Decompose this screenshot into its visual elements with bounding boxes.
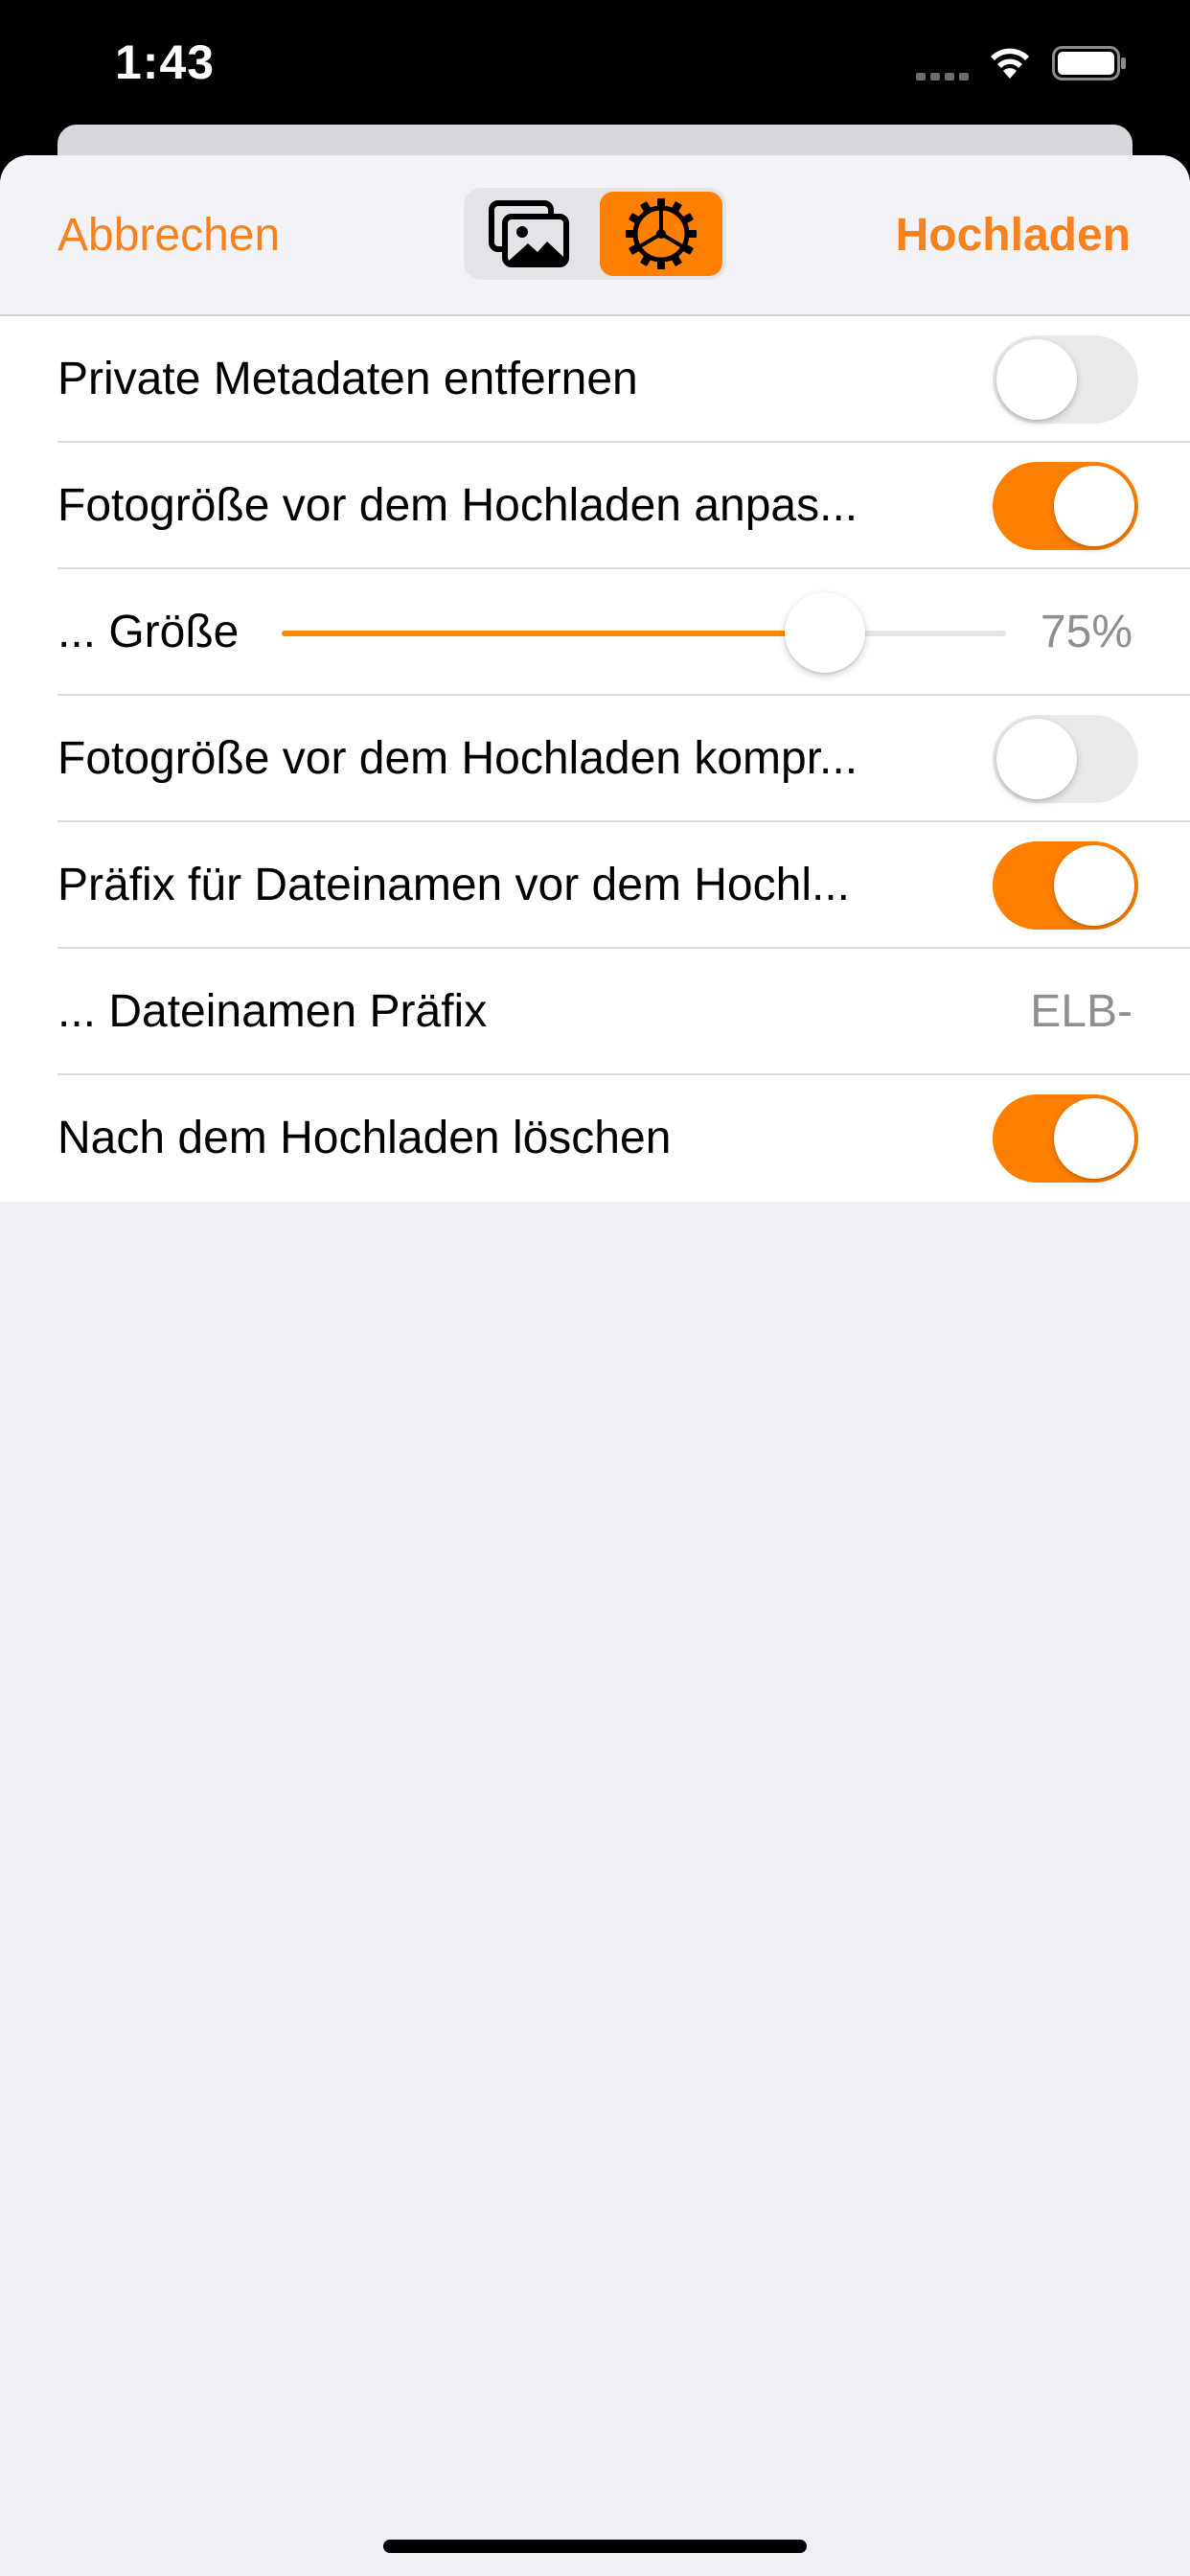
size-value: 75% xyxy=(1040,607,1133,657)
size-slider[interactable] xyxy=(282,592,1006,673)
settings-row-label: Präfix für Dateinamen vor dem Hochl... xyxy=(57,860,850,910)
settings-row-prefix-value[interactable]: ... Dateinamen Präfix ELB- xyxy=(0,949,1190,1075)
upload-settings-sheet: Abbrechen Hochladen Private Metadaten en… xyxy=(0,155,1190,2576)
status-bar: 1:43 xyxy=(0,0,1190,144)
settings-row-label: ... Dateinamen Präfix xyxy=(57,986,488,1037)
settings-row-remove-metadata: Private Metadaten entfernen xyxy=(0,316,1190,443)
delete-after-upload-toggle[interactable] xyxy=(993,1094,1138,1183)
settings-row-label: Fotogröße vor dem Hochladen kompr... xyxy=(57,733,858,784)
toggle-knob xyxy=(996,719,1077,799)
remove-metadata-toggle[interactable] xyxy=(993,335,1138,424)
segment-photos[interactable] xyxy=(468,192,590,276)
prefix-value: ELB- xyxy=(1030,986,1133,1037)
settings-row-label: Private Metadaten entfernen xyxy=(57,354,638,404)
cellular-signal-icon xyxy=(916,73,969,80)
toggle-knob xyxy=(1054,1098,1134,1179)
home-indicator xyxy=(383,2540,807,2553)
compress-photo-toggle[interactable] xyxy=(993,715,1138,803)
settings-row-label: ... Größe xyxy=(57,607,240,657)
upload-button[interactable]: Hochladen xyxy=(896,209,1131,262)
battery-icon xyxy=(1052,46,1126,80)
settings-row-compress-photo: Fotogröße vor dem Hochladen kompr... xyxy=(0,696,1190,822)
resize-photo-toggle[interactable] xyxy=(993,462,1138,550)
navigation-bar: Abbrechen Hochladen xyxy=(0,155,1190,316)
toggle-knob xyxy=(1054,466,1134,546)
size-slider-thumb[interactable] xyxy=(785,592,865,673)
status-time: 1:43 xyxy=(115,35,216,89)
settings-row-resize-photo: Fotogröße vor dem Hochladen anpas... xyxy=(0,443,1190,569)
gear-icon xyxy=(626,198,697,269)
settings-row-size: ... Größe 75% xyxy=(0,569,1190,696)
settings-row-delete-after-upload: Nach dem Hochladen löschen xyxy=(0,1075,1190,1202)
settings-row-label: Fotogröße vor dem Hochladen anpas... xyxy=(57,480,858,531)
toggle-knob xyxy=(1054,845,1134,926)
settings-row-label: Nach dem Hochladen löschen xyxy=(57,1113,672,1163)
wifi-icon xyxy=(991,48,1029,79)
photos-icon xyxy=(489,200,569,267)
cancel-button[interactable]: Abbrechen xyxy=(57,209,280,262)
size-slider-fill xyxy=(282,631,825,636)
settings-row-filename-prefix: Präfix für Dateinamen vor dem Hochl... xyxy=(0,822,1190,949)
view-segmented-control xyxy=(464,188,726,280)
filename-prefix-toggle[interactable] xyxy=(993,841,1138,930)
toggle-knob xyxy=(996,339,1077,420)
segment-settings[interactable] xyxy=(600,192,722,276)
settings-list: Private Metadaten entfernen Fotogröße vo… xyxy=(0,316,1190,1202)
